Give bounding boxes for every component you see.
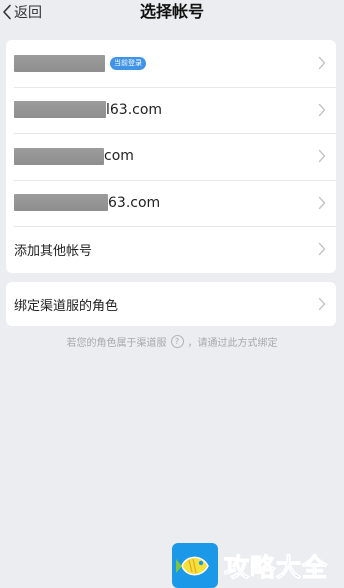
watermark: 攻略大全: [172, 543, 344, 588]
masked-account-name: [14, 147, 104, 165]
watermark-text: 攻略大全: [223, 552, 329, 582]
chevron-right-icon: [318, 196, 326, 209]
account-row[interactable]: 63.com: [6, 179, 336, 227]
masked-account-name: [14, 101, 106, 119]
channel-hint: 若您的角色属于渠道服 ? ，请通过此方式绑定: [0, 334, 344, 349]
masked-account-name: [14, 54, 105, 72]
hint-text-end: ，请通过此方式绑定: [187, 338, 278, 349]
chevron-right-icon: [318, 150, 326, 163]
current-login-badge: 当前登录: [110, 56, 146, 70]
account-name-suffix: com: [104, 148, 134, 165]
bind-channel-role-row[interactable]: 绑定渠道服的角色: [6, 282, 336, 326]
chevron-right-icon: [318, 57, 326, 70]
account-row[interactable]: com: [6, 133, 336, 180]
masked-account-name: [14, 194, 108, 212]
account-name-suffix: l63.com: [106, 101, 163, 118]
bind-channel-role-label: 绑定渠道服的角色: [14, 298, 119, 314]
fish-logo-icon: [172, 543, 218, 588]
add-account-label: 添加其他帐号: [14, 243, 93, 259]
navigation-bar: 返回 选择帐号: [0, 0, 344, 28]
account-list: 当前登录 l63.com com 63.com 添加其他帐号: [6, 40, 336, 273]
chevron-right-icon: [318, 243, 326, 256]
hint-text-start: 若您的角色属于渠道服: [66, 338, 167, 349]
account-row[interactable]: l63.com: [6, 86, 336, 134]
question-mark-icon[interactable]: ?: [170, 335, 184, 348]
page-title: 选择帐号: [139, 2, 204, 21]
chevron-right-icon: [318, 103, 326, 116]
chevron-right-icon: [318, 297, 326, 311]
account-row-current[interactable]: 当前登录: [6, 40, 336, 87]
account-name-suffix: 63.com: [108, 194, 161, 211]
add-account-row[interactable]: 添加其他帐号: [6, 226, 336, 273]
channel-server-card: 绑定渠道服的角色: [6, 282, 336, 326]
